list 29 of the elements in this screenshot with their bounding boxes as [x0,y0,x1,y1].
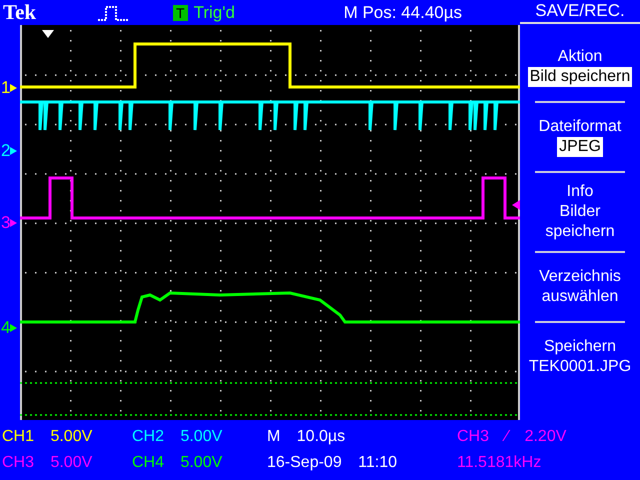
readout: CH4 5.00V [132,454,224,472]
menu-value[interactable]: JPEG [557,137,603,157]
readout: 11.5181kHz [457,454,542,472]
readout: CH1 5.00V [2,428,94,446]
arrow-icon [10,84,18,92]
readout: CH2 5.00V [132,428,224,446]
menu-title: SAVE/REC. [520,1,640,24]
readout: CH3 5.00V [2,454,94,472]
menu-button[interactable]: Speichern TEK0001.JPG [528,337,632,377]
channel-marker: 2 [1,142,10,159]
readout: M 10.0µs [267,428,346,446]
arrow-icon [10,146,18,154]
readout: 16-Sep-09 11:10 [267,454,398,472]
menu-value[interactable]: Bild speichern [528,67,632,87]
channel-marker: 4 [1,319,10,336]
menu-label: Dateiformat [538,117,622,137]
menu-button[interactable]: Info Bilder speichern [545,182,615,242]
menu-label: Aktion [558,47,602,67]
arrow-icon [10,218,18,226]
channel-marker: 1 [1,79,10,96]
pulse-icon [98,4,128,20]
brand-logo: Tek [3,0,38,25]
arrow-icon [10,324,18,332]
trigger-badge: T [173,4,188,20]
horizontal-position: M Pos: 44.40µs [344,2,464,22]
readout: CH3 ⁄ 2.20V [457,428,566,446]
menu-button[interactable]: Verzeichnis auswählen [539,267,621,307]
channel-marker: 3 [1,214,10,231]
trigger-status: Trig'd [194,2,236,22]
